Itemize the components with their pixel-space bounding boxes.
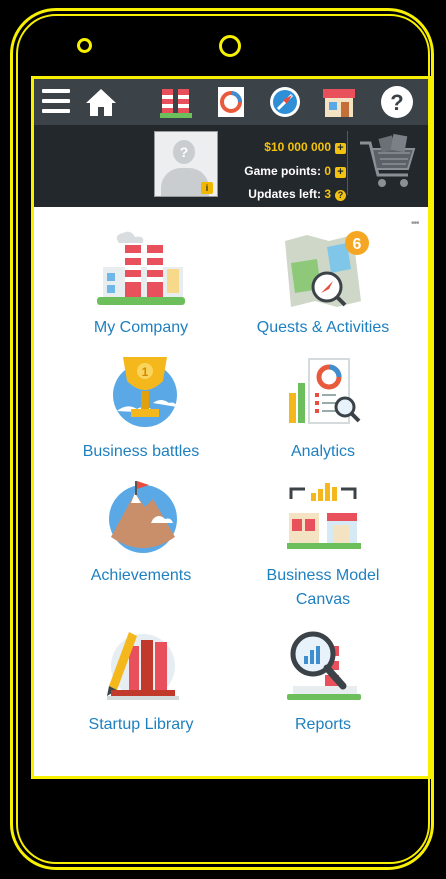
reports-label: Reports: [294, 716, 352, 733]
my-company-tile[interactable]: My Company: [56, 229, 226, 340]
add-points-button[interactable]: +: [335, 167, 346, 178]
factory-icon: [97, 231, 185, 305]
game-points-row: Game points: 0 +: [244, 164, 346, 178]
shopping-cart-icon[interactable]: [356, 133, 418, 193]
business-battles-label: Business battles: [82, 443, 200, 460]
compass-icon[interactable]: [266, 83, 304, 121]
shop-icon[interactable]: [320, 83, 358, 121]
analytics-label: Analytics: [290, 443, 356, 460]
updates-value: 3: [324, 187, 331, 201]
money-row: $10 000 000 +: [264, 140, 346, 154]
app-screen: ? ? i $10 000 000 + Game points: 0 + Updat…: [31, 76, 431, 779]
svg-text:?: ?: [390, 90, 403, 115]
info-badge-icon[interactable]: i: [201, 182, 213, 194]
home-icon[interactable]: [82, 83, 120, 121]
my-company-label: My Company: [93, 319, 189, 336]
money-value: $10 000 000: [264, 140, 331, 154]
battle-medal-number: 1: [142, 365, 149, 379]
front-camera: [219, 35, 241, 57]
add-money-button[interactable]: +: [335, 143, 346, 154]
updates-label: Updates left:: [248, 187, 321, 201]
library-books-icon: [107, 632, 179, 700]
avatar[interactable]: ? i: [154, 131, 218, 197]
achievements-label: Achievements: [90, 567, 192, 584]
startup-library-tile[interactable]: Startup Library: [56, 626, 226, 737]
analytics-icon[interactable]: [212, 83, 250, 121]
business-model-canvas-tile[interactable]: Business Model Canvas: [238, 477, 408, 612]
quests-map-icon: 6: [285, 231, 369, 307]
reports-tile[interactable]: Reports: [238, 626, 408, 737]
reports-magnifier-icon: [287, 631, 361, 700]
business-battles-tile[interactable]: 1 Business battles: [56, 353, 226, 464]
company-icon[interactable]: [158, 83, 196, 121]
game-points-label: Game points:: [244, 164, 321, 178]
info-divider: [347, 131, 348, 195]
menu-icon[interactable]: [42, 89, 70, 115]
game-points-value: 0: [324, 164, 331, 178]
quests-activities-tile[interactable]: 6 Quests & Activities: [238, 229, 408, 340]
top-toolbar: ?: [34, 79, 428, 125]
quests-activities-label: Quests & Activities: [256, 319, 390, 336]
updates-help-icon[interactable]: ?: [335, 190, 346, 201]
trophy-icon: 1: [113, 357, 177, 427]
updates-row: Updates left: 3?: [248, 187, 346, 201]
quests-badge: 6: [353, 236, 362, 253]
business-model-canvas-label: Business Model Canvas: [266, 567, 380, 608]
avatar-placeholder-icon: ?: [173, 140, 195, 164]
help-icon[interactable]: ?: [378, 83, 416, 121]
player-info-bar: ? i $10 000 000 + Game points: 0 + Updates…: [34, 125, 428, 207]
more-options-icon[interactable]: •••: [411, 218, 419, 229]
startup-library-label: Startup Library: [88, 716, 194, 733]
mountain-flag-icon: [109, 481, 177, 553]
business-canvas-icon: [287, 483, 361, 549]
analytics-report-icon: [289, 358, 361, 424]
analytics-tile[interactable]: Analytics: [238, 353, 408, 464]
speaker-dot: [77, 38, 92, 53]
achievements-tile[interactable]: Achievements: [56, 477, 226, 588]
